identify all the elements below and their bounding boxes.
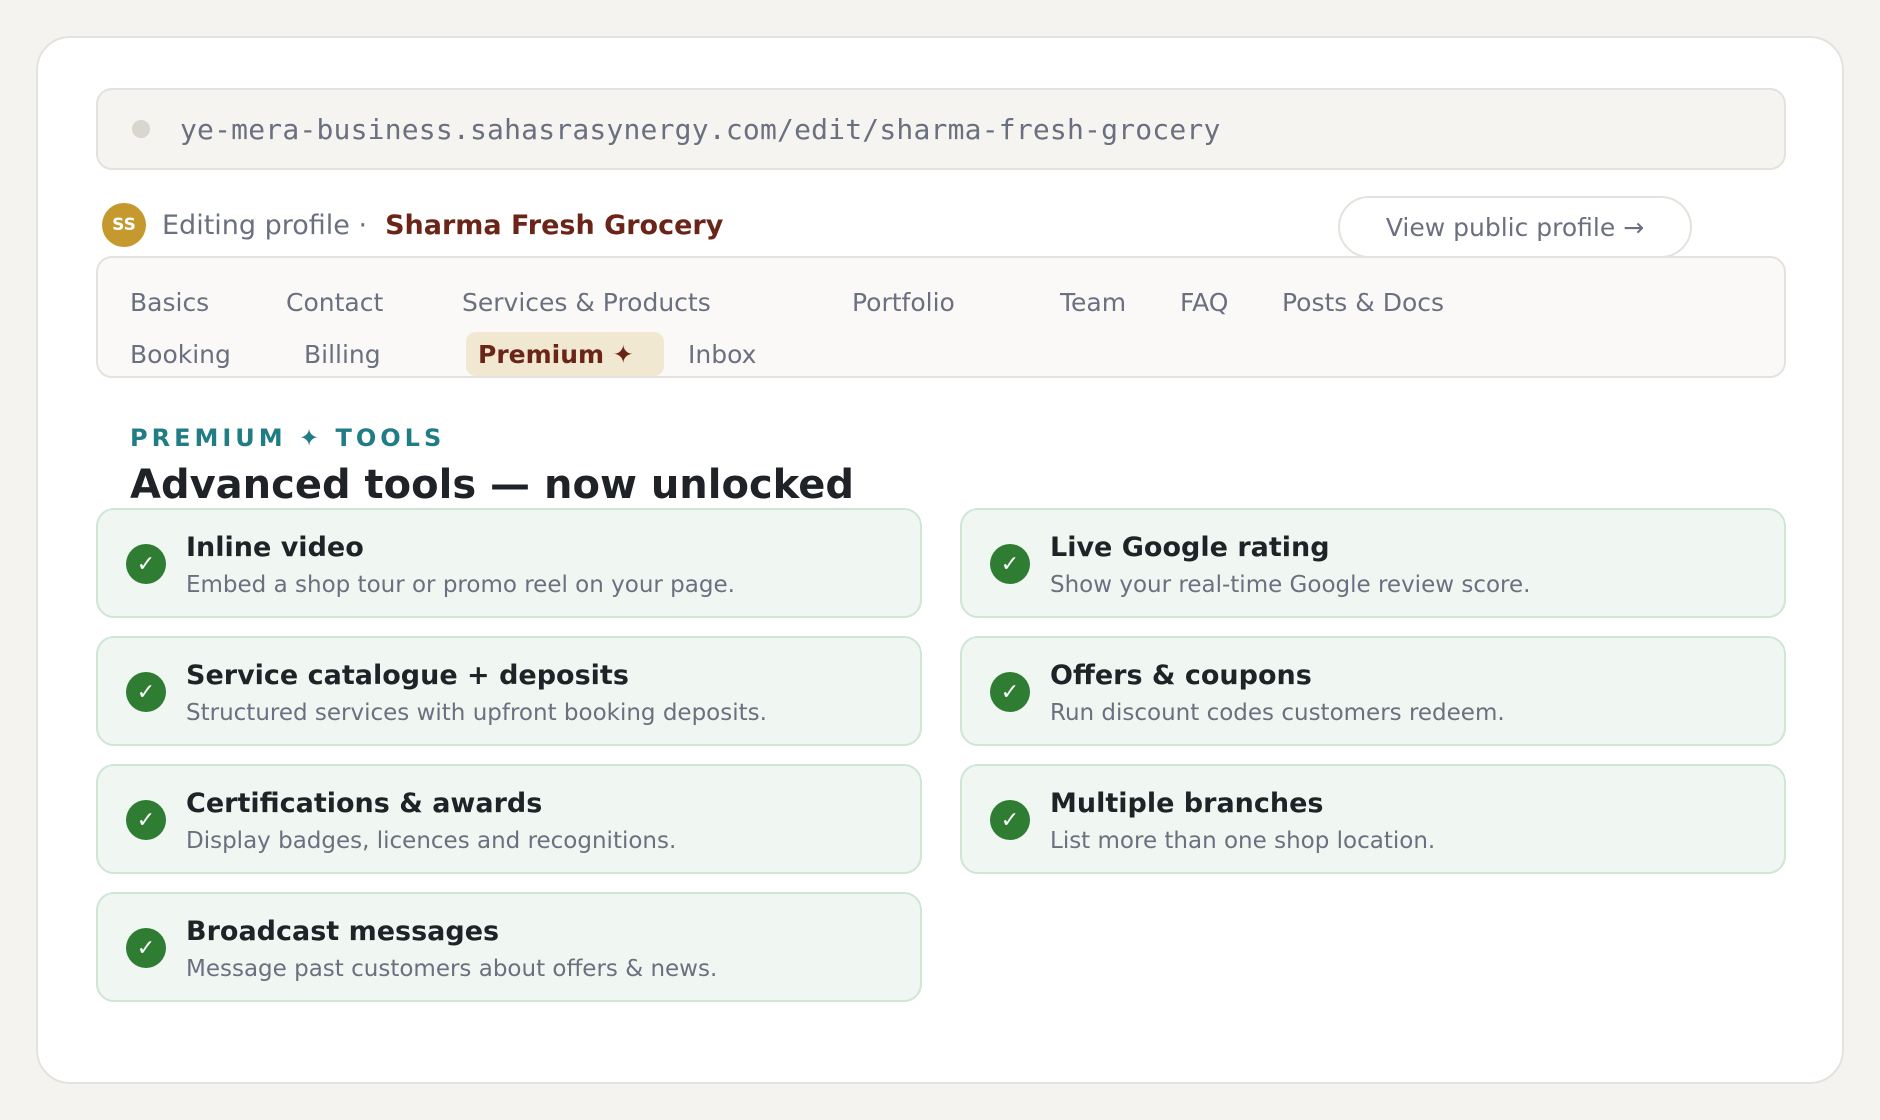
tab-contact[interactable]: Contact [286, 280, 383, 324]
editing-label: Editing profile · [162, 209, 368, 241]
tab-posts-docs[interactable]: Posts & Docs [1282, 280, 1444, 324]
feature-title: Live Google rating [1050, 532, 1330, 563]
feature-card-broadcast-messages: ✓ Broadcast messages Message past custom… [96, 892, 922, 1002]
feature-desc: List more than one shop location. [1050, 828, 1436, 854]
check-circle-icon: ✓ [126, 672, 166, 712]
check-circle-icon: ✓ [126, 800, 166, 840]
section-kicker: PREMIUM ✦ TOOLS [130, 424, 446, 452]
feature-card-inline-video: ✓ Inline video Embed a shop tour or prom… [96, 508, 922, 618]
tab-team[interactable]: Team [1060, 280, 1126, 324]
section-title: Advanced tools — now unlocked [130, 462, 854, 508]
check-circle-icon: ✓ [990, 544, 1030, 584]
tab-booking[interactable]: Booking [130, 332, 231, 376]
app-window: ye-mera-business.sahasrasynergy.com/edit… [36, 36, 1844, 1084]
business-name: Sharma Fresh Grocery [385, 209, 724, 241]
feature-title: Certifications & awards [186, 788, 543, 819]
feature-title: Broadcast messages [186, 916, 500, 947]
avatar: SS [102, 203, 146, 247]
feature-title: Inline video [186, 532, 364, 563]
feature-desc: Message past customers about offers & ne… [186, 956, 718, 982]
tab-services-products[interactable]: Services & Products [462, 280, 711, 324]
feature-desc: Embed a shop tour or promo reel on your … [186, 572, 735, 598]
check-circle-icon: ✓ [126, 544, 166, 584]
tab-premium[interactable]: Premium ✦ [466, 332, 664, 376]
feature-desc: Show your real-time Google review score. [1050, 572, 1531, 598]
tab-faq[interactable]: FAQ [1180, 280, 1228, 324]
check-circle-icon: ✓ [126, 928, 166, 968]
feature-card-service-catalogue: ✓ Service catalogue + deposits Structure… [96, 636, 922, 746]
tab-bar: Basics Contact Services & Products Portf… [96, 256, 1786, 378]
editing-header: SS Editing profile · Sharma Fresh Grocer… [102, 202, 1402, 248]
feature-desc: Structured services with upfront booking… [186, 700, 767, 726]
feature-card-certifications: ✓ Certifications & awards Display badges… [96, 764, 922, 874]
feature-card-multiple-branches: ✓ Multiple branches List more than one s… [960, 764, 1786, 874]
address-url[interactable]: ye-mera-business.sahasrasynergy.com/edit… [180, 113, 1221, 146]
view-public-profile-button[interactable]: View public profile → [1338, 196, 1692, 258]
tab-basics[interactable]: Basics [130, 280, 209, 324]
page-dot-icon [132, 120, 150, 138]
feature-title: Offers & coupons [1050, 660, 1312, 691]
address-bar[interactable]: ye-mera-business.sahasrasynergy.com/edit… [96, 88, 1786, 170]
feature-desc: Run discount codes customers redeem. [1050, 700, 1505, 726]
feature-desc: Display badges, licences and recognition… [186, 828, 677, 854]
check-circle-icon: ✓ [990, 800, 1030, 840]
tab-portfolio[interactable]: Portfolio [852, 280, 955, 324]
check-circle-icon: ✓ [990, 672, 1030, 712]
tab-inbox[interactable]: Inbox [688, 332, 756, 376]
feature-card-live-google-rating: ✓ Live Google rating Show your real-time… [960, 508, 1786, 618]
tab-billing[interactable]: Billing [304, 332, 381, 376]
feature-title: Multiple branches [1050, 788, 1324, 819]
feature-card-offers-coupons: ✓ Offers & coupons Run discount codes cu… [960, 636, 1786, 746]
feature-title: Service catalogue + deposits [186, 660, 629, 691]
